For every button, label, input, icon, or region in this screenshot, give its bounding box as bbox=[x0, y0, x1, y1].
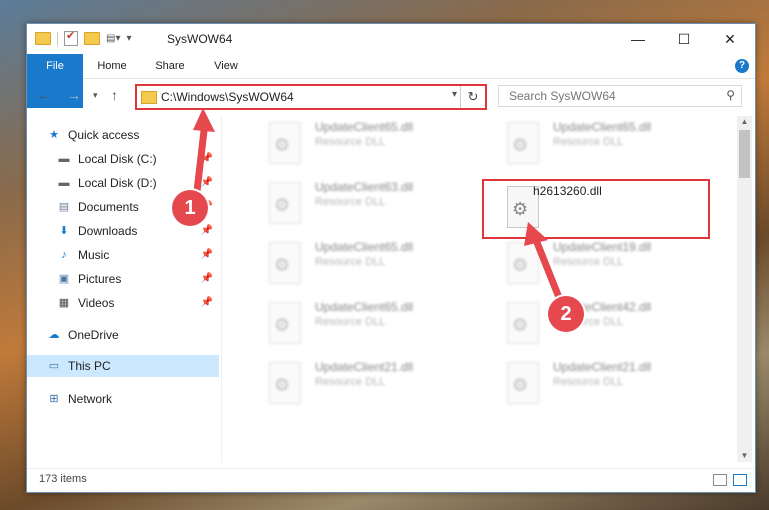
arrowhead-file bbox=[524, 222, 548, 246]
annotation-arrows bbox=[192, 108, 564, 302]
arrow-to-address-bar bbox=[192, 121, 209, 201]
arrowhead-up bbox=[193, 108, 215, 132]
step-marker-1: 1 bbox=[172, 190, 208, 226]
arrow-to-file bbox=[532, 238, 564, 302]
step-marker-2: 2 bbox=[548, 296, 584, 332]
